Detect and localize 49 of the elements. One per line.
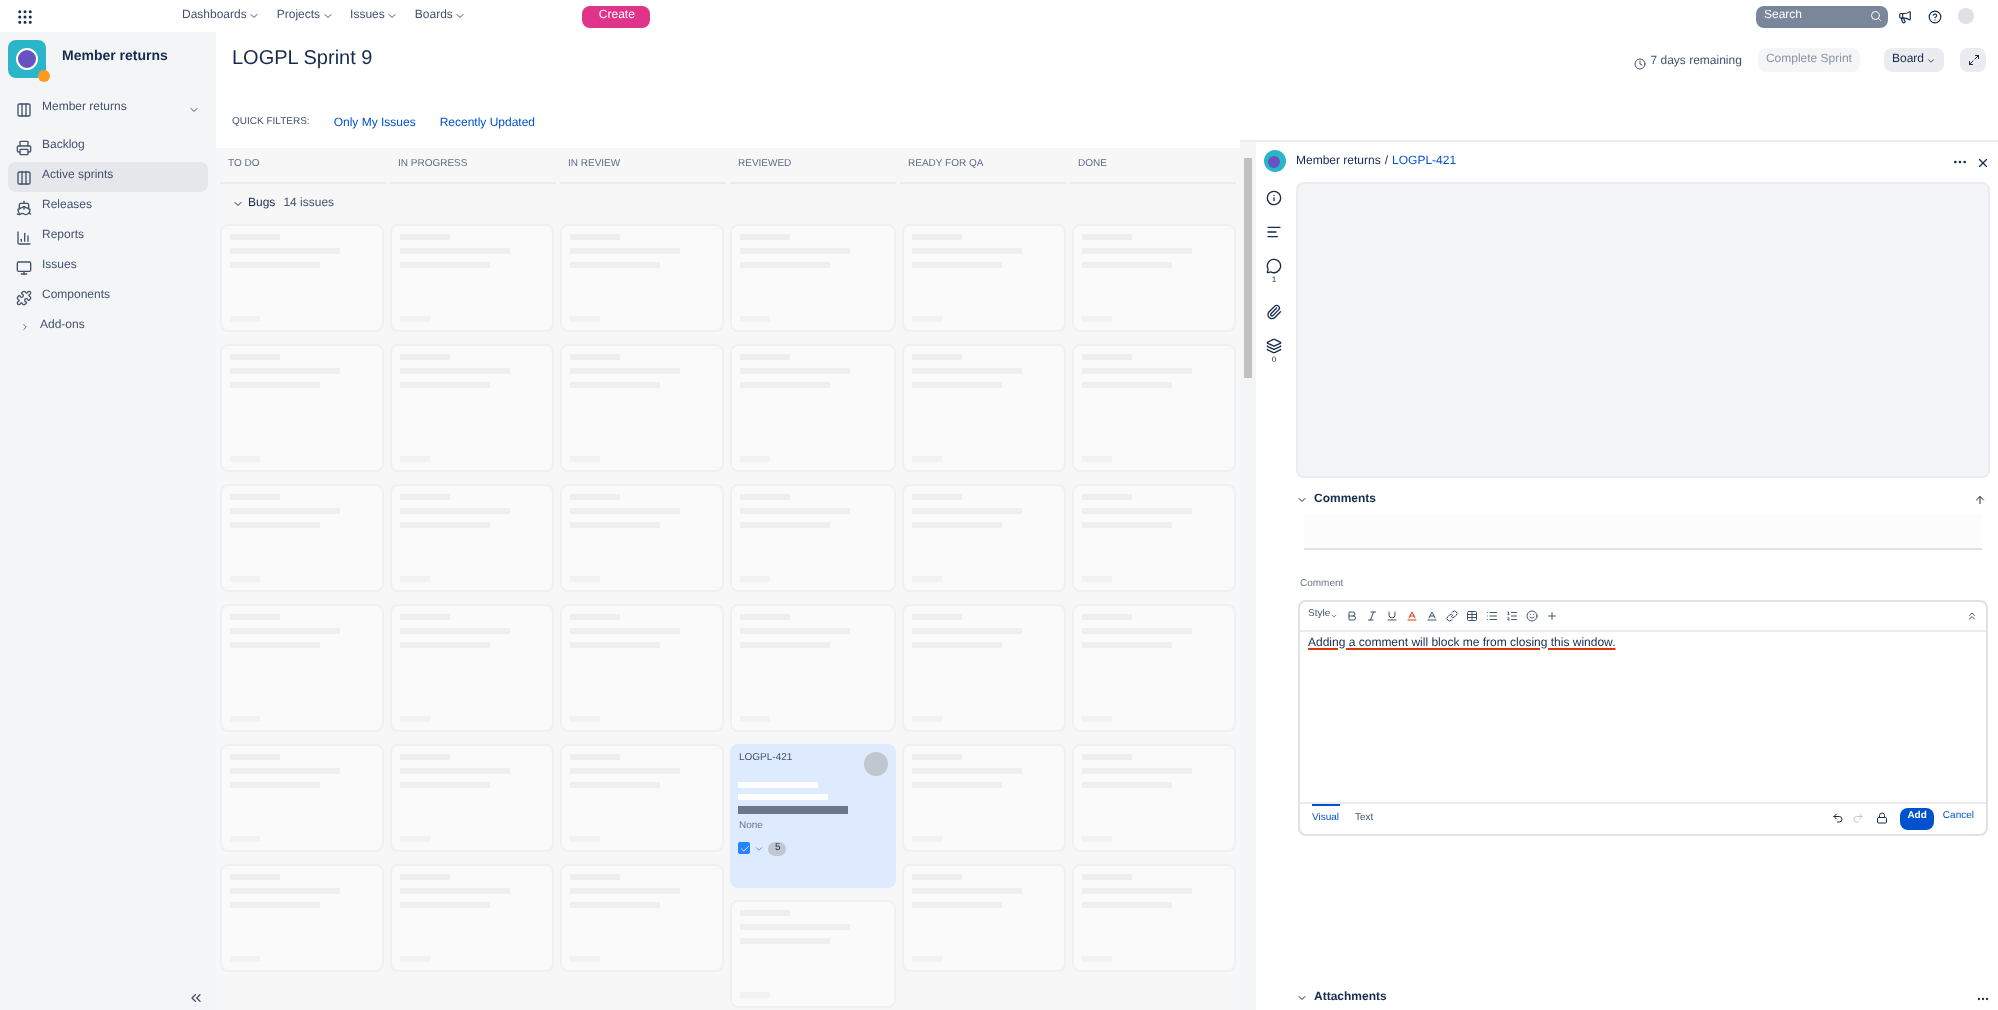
expand-icon[interactable] xyxy=(232,198,244,210)
subtasks-icon[interactable] xyxy=(1266,338,1282,354)
caret-icon xyxy=(248,10,261,22)
italic-icon[interactable] xyxy=(1366,609,1379,621)
paperclip-icon[interactable] xyxy=(1266,304,1282,320)
undo-icon[interactable] xyxy=(1831,812,1844,824)
nav-icon xyxy=(16,259,32,275)
priority-icon xyxy=(754,843,765,854)
nav-icon xyxy=(16,139,32,155)
avatar xyxy=(863,752,888,776)
project-avatar-icon xyxy=(8,40,46,78)
expand-icon[interactable] xyxy=(1296,992,1308,1004)
help-icon[interactable] xyxy=(1928,9,1942,23)
nav-icon xyxy=(16,199,32,215)
info-icon[interactable] xyxy=(1266,190,1282,206)
nav-icon xyxy=(16,101,32,117)
caret-icon xyxy=(454,10,467,22)
caret-icon xyxy=(322,10,335,22)
emoji-icon[interactable] xyxy=(1526,609,1539,621)
nav-icon xyxy=(16,229,32,245)
sprint-title: LOGPL Sprint 9 xyxy=(232,46,375,74)
app-switcher-icon[interactable] xyxy=(16,7,34,25)
comment-icon[interactable] xyxy=(1266,258,1282,274)
nav-icon xyxy=(16,289,32,305)
chevron-icon xyxy=(20,322,30,332)
caret-icon xyxy=(386,10,399,22)
table-icon[interactable] xyxy=(1466,609,1479,621)
bold-icon[interactable] xyxy=(1346,609,1359,621)
lock-icon[interactable] xyxy=(1875,812,1888,824)
plus-icon[interactable] xyxy=(1546,609,1559,621)
project-avatar-icon xyxy=(1263,150,1285,172)
underline-icon[interactable] xyxy=(1386,609,1399,621)
scrollbar[interactable] xyxy=(1240,142,1256,1010)
text-format-icon[interactable] xyxy=(1426,609,1439,621)
text-color-icon[interactable] xyxy=(1406,609,1419,621)
clock-icon xyxy=(1634,57,1647,69)
close-icon[interactable] xyxy=(1976,155,1990,169)
expand-icon[interactable] xyxy=(1296,494,1308,506)
caret-icon xyxy=(188,103,200,115)
megaphone-icon[interactable] xyxy=(1898,9,1912,23)
numbered-list-icon[interactable] xyxy=(1506,609,1519,621)
arrow-up-icon[interactable] xyxy=(1974,494,1986,506)
nav-icon xyxy=(16,169,32,185)
link-icon[interactable] xyxy=(1446,609,1459,621)
collapse-icon[interactable] xyxy=(188,990,204,1006)
lines-icon[interactable] xyxy=(1266,224,1282,240)
fullscreen-button[interactable] xyxy=(1960,48,1986,72)
caret-icon xyxy=(1926,55,1936,65)
bullet-list-icon[interactable] xyxy=(1486,609,1499,621)
